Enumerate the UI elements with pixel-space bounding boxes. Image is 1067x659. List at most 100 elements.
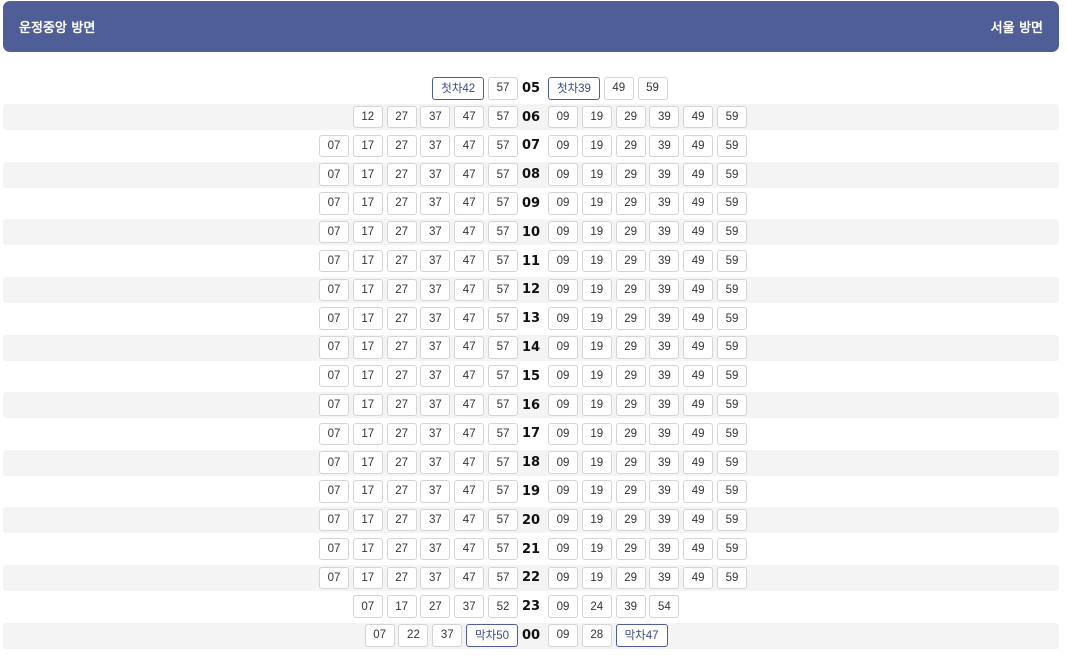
departure-minute-button[interactable]: 17 [352, 134, 383, 158]
departure-minute-button[interactable]: 39 [649, 566, 680, 590]
departure-minute-button[interactable]: 07 [319, 508, 350, 532]
departure-minute-button[interactable]: 57 [488, 480, 518, 503]
departure-minute-button[interactable]: 37 [420, 105, 451, 129]
departure-minute-button[interactable]: 37 [420, 364, 451, 388]
departure-minute-button[interactable]: 27 [386, 480, 417, 503]
departure-minute-button[interactable]: 47 [454, 105, 485, 129]
departure-minute-button[interactable]: 39 [649, 422, 680, 446]
departure-minute-button[interactable]: 19 [581, 278, 612, 302]
departure-minute-button[interactable]: 52 [488, 595, 518, 618]
departure-minute-button[interactable]: 27 [386, 393, 417, 417]
departure-minute-button[interactable]: 29 [615, 451, 646, 474]
departure-minute-button[interactable]: 27 [386, 336, 417, 359]
departure-minute-button[interactable]: 27 [386, 566, 417, 590]
departure-minute-button[interactable]: 37 [454, 595, 485, 618]
departure-minute-button[interactable]: 07 [319, 336, 350, 359]
special-departure-button[interactable]: 막차47 [615, 624, 668, 647]
departure-minute-button[interactable]: 57 [488, 364, 518, 388]
departure-minute-button[interactable]: 47 [454, 134, 485, 158]
departure-minute-button[interactable]: 17 [352, 364, 383, 388]
departure-minute-button[interactable]: 17 [352, 422, 383, 446]
departure-minute-button[interactable]: 59 [716, 278, 747, 302]
departure-minute-button[interactable]: 39 [615, 595, 646, 618]
departure-minute-button[interactable]: 47 [454, 393, 485, 417]
departure-minute-button[interactable]: 37 [420, 220, 451, 244]
departure-minute-button[interactable]: 49 [683, 105, 714, 129]
departure-minute-button[interactable]: 47 [454, 336, 485, 359]
departure-minute-button[interactable]: 19 [581, 393, 612, 417]
departure-minute-button[interactable]: 29 [615, 480, 646, 503]
departure-minute-button[interactable]: 59 [716, 192, 747, 215]
departure-minute-button[interactable]: 09 [548, 220, 578, 244]
departure-minute-button[interactable]: 19 [581, 537, 612, 561]
departure-minute-button[interactable]: 37 [432, 624, 463, 647]
departure-minute-button[interactable]: 49 [683, 192, 714, 215]
departure-minute-button[interactable]: 24 [581, 595, 612, 618]
departure-minute-button[interactable]: 57 [488, 105, 518, 129]
departure-minute-button[interactable]: 49 [683, 508, 714, 532]
departure-minute-button[interactable]: 57 [488, 393, 518, 417]
departure-minute-button[interactable]: 57 [488, 508, 518, 532]
departure-minute-button[interactable]: 59 [716, 163, 747, 186]
departure-minute-button[interactable]: 39 [649, 508, 680, 532]
departure-minute-button[interactable]: 17 [386, 595, 417, 618]
departure-minute-button[interactable]: 09 [548, 134, 578, 158]
departure-minute-button[interactable]: 39 [649, 220, 680, 244]
departure-minute-button[interactable]: 57 [488, 77, 518, 100]
departure-minute-button[interactable]: 27 [420, 595, 451, 618]
departure-minute-button[interactable]: 49 [683, 364, 714, 388]
departure-minute-button[interactable]: 39 [649, 278, 680, 302]
departure-minute-button[interactable]: 19 [581, 364, 612, 388]
departure-minute-button[interactable]: 29 [615, 537, 646, 561]
departure-minute-button[interactable]: 49 [683, 422, 714, 446]
departure-minute-button[interactable]: 37 [420, 163, 451, 186]
departure-minute-button[interactable]: 57 [488, 220, 518, 244]
departure-minute-button[interactable]: 37 [420, 422, 451, 446]
departure-minute-button[interactable]: 57 [488, 336, 518, 359]
departure-minute-button[interactable]: 07 [319, 278, 350, 302]
departure-minute-button[interactable]: 57 [488, 163, 518, 186]
departure-minute-button[interactable]: 59 [716, 508, 747, 532]
departure-minute-button[interactable]: 09 [548, 336, 578, 359]
departure-minute-button[interactable]: 59 [716, 393, 747, 417]
departure-minute-button[interactable]: 39 [649, 537, 680, 561]
departure-minute-button[interactable]: 59 [716, 307, 747, 330]
departure-minute-button[interactable]: 17 [352, 336, 383, 359]
departure-minute-button[interactable]: 12 [352, 105, 383, 129]
departure-minute-button[interactable]: 49 [603, 77, 634, 100]
departure-minute-button[interactable]: 17 [352, 220, 383, 244]
departure-minute-button[interactable]: 27 [386, 537, 417, 561]
departure-minute-button[interactable]: 17 [352, 566, 383, 590]
departure-minute-button[interactable]: 29 [615, 336, 646, 359]
departure-minute-button[interactable]: 59 [716, 451, 747, 474]
departure-minute-button[interactable]: 49 [683, 566, 714, 590]
departure-minute-button[interactable]: 59 [716, 480, 747, 503]
departure-minute-button[interactable]: 27 [386, 220, 417, 244]
departure-minute-button[interactable]: 19 [581, 307, 612, 330]
departure-minute-button[interactable]: 57 [488, 249, 518, 273]
departure-minute-button[interactable]: 07 [364, 624, 395, 647]
departure-minute-button[interactable]: 37 [420, 393, 451, 417]
departure-minute-button[interactable]: 49 [683, 220, 714, 244]
departure-minute-button[interactable]: 07 [319, 537, 350, 561]
departure-minute-button[interactable]: 37 [420, 508, 451, 532]
departure-minute-button[interactable]: 17 [352, 278, 383, 302]
departure-minute-button[interactable]: 09 [548, 249, 578, 273]
departure-minute-button[interactable]: 29 [615, 566, 646, 590]
departure-minute-button[interactable]: 19 [581, 508, 612, 532]
departure-minute-button[interactable]: 37 [420, 451, 451, 474]
departure-minute-button[interactable]: 29 [615, 249, 646, 273]
departure-minute-button[interactable]: 27 [386, 249, 417, 273]
departure-minute-button[interactable]: 19 [581, 163, 612, 186]
departure-minute-button[interactable]: 07 [319, 192, 350, 215]
departure-minute-button[interactable]: 37 [420, 307, 451, 330]
departure-minute-button[interactable]: 49 [683, 451, 714, 474]
departure-minute-button[interactable]: 47 [454, 307, 485, 330]
departure-minute-button[interactable]: 17 [352, 480, 383, 503]
departure-minute-button[interactable]: 47 [454, 192, 485, 215]
departure-minute-button[interactable]: 19 [581, 220, 612, 244]
departure-minute-button[interactable]: 07 [319, 566, 350, 590]
departure-minute-button[interactable]: 37 [420, 537, 451, 561]
departure-minute-button[interactable]: 17 [352, 451, 383, 474]
departure-minute-button[interactable]: 27 [386, 364, 417, 388]
